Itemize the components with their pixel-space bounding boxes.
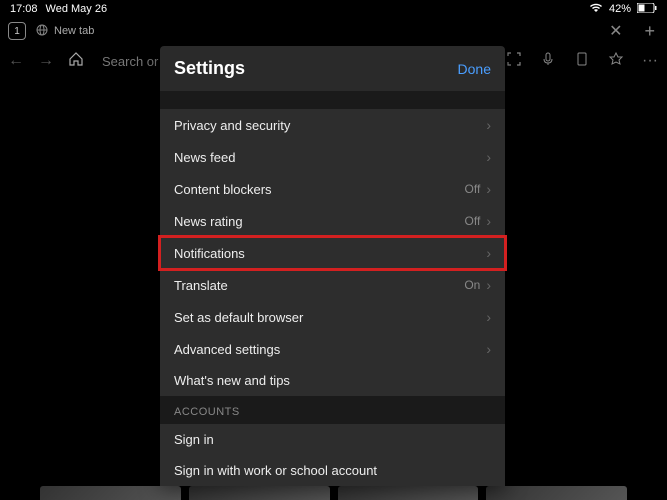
device-icon[interactable] [573,51,591,72]
sign-in-work-button[interactable]: Sign in with work or school account [160,455,505,486]
back-button[interactable]: ← [8,52,24,70]
settings-item-label: Privacy and security [174,118,290,133]
chevron-right-icon: › [486,277,491,293]
settings-item-label: Notifications [174,246,245,261]
settings-item-label: Sign in [174,432,214,447]
accounts-header: ACCOUNTS [160,396,505,424]
new-tab-button[interactable]: + [640,21,659,42]
forward-button[interactable]: → [38,52,54,70]
status-time: 17:08 [10,3,38,15]
settings-list: Privacy and security › News feed › Conte… [160,109,505,396]
settings-title: Settings [174,58,245,79]
settings-whats-new[interactable]: What's new and tips [160,365,505,396]
settings-advanced[interactable]: Advanced settings › [160,333,505,365]
chevron-right-icon: › [486,149,491,165]
battery-percent: 42% [609,3,631,15]
chevron-right-icon: › [486,341,491,357]
sign-in-button[interactable]: Sign in [160,424,505,455]
settings-news-rating[interactable]: News rating Off › [160,205,505,237]
settings-notifications[interactable]: Notifications › [160,237,505,269]
done-button[interactable]: Done [458,61,491,77]
home-button[interactable] [68,51,84,72]
settings-item-label: What's new and tips [174,373,290,388]
feed-card[interactable] [338,486,479,500]
settings-default-browser[interactable]: Set as default browser › [160,301,505,333]
feed-card[interactable] [40,486,181,500]
globe-icon [36,24,48,39]
settings-item-label: Content blockers [174,182,272,197]
wifi-icon [589,3,603,16]
mic-icon[interactable] [539,51,557,72]
status-date: Wed May 26 [46,3,108,15]
settings-news-feed[interactable]: News feed › [160,141,505,173]
settings-item-label: News rating [174,214,243,229]
tab-bar: 1 New tab ✕ + [0,18,667,44]
tab-label: New tab [54,25,94,37]
browser-tab[interactable]: New tab [36,24,94,39]
status-bar: 17:08 Wed May 26 42% [0,0,667,18]
chevron-right-icon: › [486,117,491,133]
feed-thumbnails [0,486,667,500]
settings-content-blockers[interactable]: Content blockers Off › [160,173,505,205]
settings-item-label: Set as default browser [174,310,303,325]
feed-card[interactable] [189,486,330,500]
chevron-right-icon: › [486,213,491,229]
settings-item-label: Translate [174,278,228,293]
scan-icon[interactable] [505,51,523,72]
settings-item-label: Sign in with work or school account [174,463,377,478]
settings-item-label: Advanced settings [174,342,280,357]
settings-panel: Settings Done Privacy and security › New… [160,46,505,486]
feed-card[interactable] [486,486,627,500]
more-icon[interactable]: ··· [641,52,659,70]
settings-privacy[interactable]: Privacy and security › [160,109,505,141]
chevron-right-icon: › [486,309,491,325]
chevron-right-icon: › [486,245,491,261]
chevron-right-icon: › [486,181,491,197]
settings-item-label: News feed [174,150,235,165]
battery-icon [637,3,657,16]
favorite-icon[interactable] [607,51,625,72]
tab-count-button[interactable]: 1 [8,22,26,40]
close-tab-button[interactable]: ✕ [609,21,622,41]
settings-translate[interactable]: Translate On › [160,269,505,301]
